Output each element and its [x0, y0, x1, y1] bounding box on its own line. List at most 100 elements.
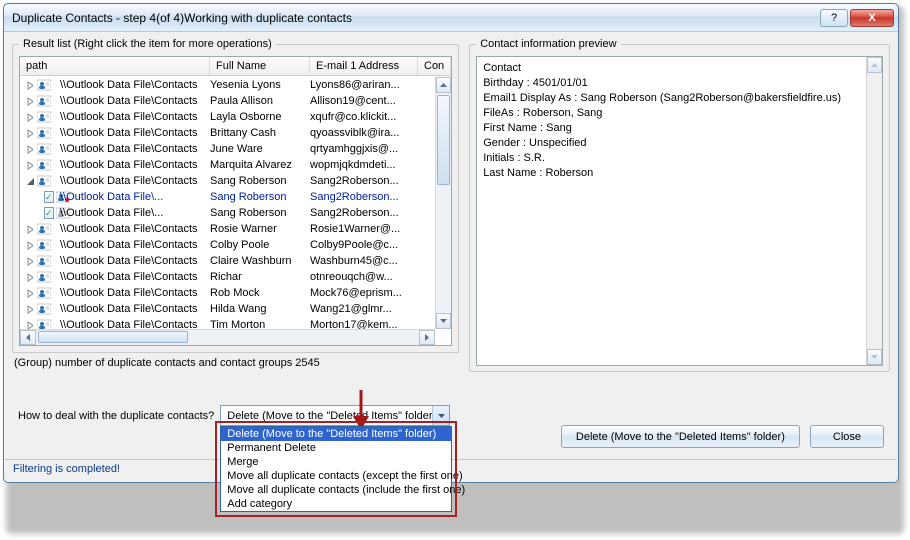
- table-row[interactable]: ✓\\Outlook Data File\...Sang RobersonSan…: [20, 205, 435, 221]
- twisty-closed-icon[interactable]: [26, 257, 35, 266]
- contact-icon: [37, 127, 51, 139]
- cell-email: Morton17@kem...: [310, 319, 418, 329]
- contact-icon: [37, 95, 51, 107]
- combo-dropdown-button[interactable]: [432, 406, 449, 425]
- action-combo[interactable]: Delete (Move to the "Deleted Items" fold…: [220, 405, 450, 426]
- cell-name: Sang Roberson: [210, 207, 310, 219]
- dropdown-option[interactable]: Move all duplicate contacts (include the…: [221, 483, 451, 497]
- twisty-closed-icon[interactable]: [26, 81, 35, 90]
- cell-email: Colby9Poole@c...: [310, 239, 418, 251]
- twisty-closed-icon[interactable]: [26, 225, 35, 234]
- title-bar[interactable]: Duplicate Contacts - step 4(of 4)Working…: [4, 4, 898, 32]
- table-row[interactable]: \\Outlook Data File\ContactsColby PooleC…: [20, 237, 435, 253]
- tree-gutter: [20, 111, 60, 123]
- twisty-closed-icon[interactable]: [26, 241, 35, 250]
- table-row[interactable]: \\Outlook Data File\ContactsYesenia Lyon…: [20, 77, 435, 93]
- table-row[interactable]: \\Outlook Data File\ContactsMarquita Alv…: [20, 157, 435, 173]
- twisty-open-icon[interactable]: [26, 177, 35, 186]
- twisty-closed-icon[interactable]: [26, 97, 35, 106]
- twisty-closed-icon[interactable]: [26, 161, 35, 170]
- cell-path: \\Outlook Data File\...: [60, 191, 210, 203]
- dropdown-option[interactable]: Permanent Delete: [221, 441, 451, 455]
- row-checkbox[interactable]: ✓: [44, 207, 54, 219]
- table-row[interactable]: \\Outlook Data File\ContactsRicharotnreo…: [20, 269, 435, 285]
- vscroll-thumb[interactable]: [437, 95, 450, 185]
- table-row[interactable]: \\Outlook Data File\ContactsRob MockMock…: [20, 285, 435, 301]
- cell-name: Richar: [210, 271, 310, 283]
- cell-email: wopmjqkdmdeti...: [310, 159, 418, 171]
- cell-email: Mock76@eprism...: [310, 287, 418, 299]
- cell-email: Sang2Roberson...: [310, 207, 418, 219]
- cell-path: \\Outlook Data File\Contacts: [60, 271, 210, 283]
- close-button[interactable]: Close: [810, 425, 884, 448]
- cell-path: \\Outlook Data File\Contacts: [60, 159, 210, 171]
- action-label: How to deal with the duplicate contacts?: [18, 410, 214, 422]
- preview-pane[interactable]: Contact Birthday : 4501/01/01 Email1 Dis…: [476, 56, 883, 366]
- preview-scroll-down[interactable]: [867, 349, 882, 365]
- contact-icon: [37, 271, 51, 283]
- table-row[interactable]: \\Outlook Data File\ContactsLayla Osborn…: [20, 109, 435, 125]
- table-row[interactable]: \\Outlook Data File\ContactsJune Wareqrt…: [20, 141, 435, 157]
- result-listview[interactable]: path Full Name E-mail 1 Address Con \\Ou…: [19, 56, 452, 346]
- table-row[interactable]: \\Outlook Data File\ContactsBrittany Cas…: [20, 125, 435, 141]
- scroll-up-button[interactable]: [436, 77, 451, 93]
- dropdown-option[interactable]: Move all duplicate contacts (except the …: [221, 469, 451, 483]
- table-row[interactable]: \\Outlook Data File\ContactsClaire Washb…: [20, 253, 435, 269]
- scroll-left-button[interactable]: [20, 330, 36, 345]
- cell-name: Yesenia Lyons: [210, 79, 310, 91]
- contact-icon: [37, 159, 51, 171]
- table-row[interactable]: \\Outlook Data File\ContactsSang Roberso…: [20, 173, 435, 189]
- table-row[interactable]: \\Outlook Data File\ContactsPaula Alliso…: [20, 93, 435, 109]
- scroll-down-button[interactable]: [436, 313, 451, 329]
- cell-name: Colby Poole: [210, 239, 310, 251]
- scroll-right-button[interactable]: [419, 330, 435, 345]
- preview-scrollbar[interactable]: [866, 57, 882, 365]
- listview-header[interactable]: path Full Name E-mail 1 Address Con: [20, 57, 451, 76]
- group-count-label: (Group) number of duplicate contacts and…: [14, 357, 457, 369]
- vertical-scrollbar[interactable]: [435, 77, 451, 329]
- horizontal-scrollbar[interactable]: [20, 329, 435, 345]
- contact-icon: [37, 303, 51, 315]
- cell-path: \\Outlook Data File\Contacts: [60, 143, 210, 155]
- table-row[interactable]: \\Outlook Data File\ContactsTim MortonMo…: [20, 317, 435, 329]
- twisty-closed-icon[interactable]: [26, 145, 35, 154]
- twisty-closed-icon[interactable]: [26, 289, 35, 298]
- contact-icon: [37, 287, 51, 299]
- col-contact[interactable]: Con: [418, 57, 451, 75]
- cell-name: Rosie Warner: [210, 223, 310, 235]
- tree-gutter: [20, 271, 60, 283]
- col-email[interactable]: E-mail 1 Address: [310, 57, 418, 75]
- row-checkbox[interactable]: ✓: [44, 191, 54, 203]
- col-path[interactable]: path: [20, 57, 210, 75]
- twisty-closed-icon[interactable]: [26, 305, 35, 314]
- twisty-closed-icon[interactable]: [26, 129, 35, 138]
- status-text: Filtering is completed!: [13, 463, 120, 475]
- table-row[interactable]: \\Outlook Data File\ContactsHilda WangWa…: [20, 301, 435, 317]
- cell-email: Allison19@cent...: [310, 95, 418, 107]
- dropdown-option[interactable]: Merge: [221, 455, 451, 469]
- twisty-closed-icon[interactable]: [26, 321, 35, 330]
- preview-line: FileAs : Roberson, Sang: [483, 106, 876, 121]
- window-close-button[interactable]: X: [850, 9, 894, 27]
- action-dropdown[interactable]: Delete (Move to the "Deleted Items" fold…: [220, 426, 452, 512]
- help-icon: ?: [831, 12, 837, 24]
- tree-gutter: [20, 239, 60, 251]
- help-button[interactable]: ?: [820, 9, 848, 27]
- twisty-closed-icon[interactable]: [26, 273, 35, 282]
- hscroll-thumb[interactable]: [38, 331, 188, 343]
- table-row[interactable]: \\Outlook Data File\ContactsRosie Warner…: [20, 221, 435, 237]
- dropdown-option[interactable]: Delete (Move to the "Deleted Items" fold…: [221, 427, 451, 441]
- cell-name: Sang Roberson: [210, 175, 310, 187]
- preview-scroll-up[interactable]: [867, 57, 882, 73]
- cell-path: \\Outlook Data File\Contacts: [60, 319, 210, 329]
- delete-button[interactable]: Delete (Move to the "Deleted Items" fold…: [561, 425, 800, 448]
- twisty-closed-icon[interactable]: [26, 113, 35, 122]
- contact-icon: [37, 223, 51, 235]
- window-title: Duplicate Contacts - step 4(of 4)Working…: [12, 11, 818, 25]
- contact-icon: [37, 239, 51, 251]
- close-button-label: Close: [833, 431, 861, 443]
- dropdown-option[interactable]: Add category: [221, 497, 451, 511]
- cell-email: Rosie1Warner@...: [310, 223, 418, 235]
- col-fullname[interactable]: Full Name: [210, 57, 310, 75]
- table-row[interactable]: ✓\\Outlook Data File\...Sang RobersonSan…: [20, 189, 435, 205]
